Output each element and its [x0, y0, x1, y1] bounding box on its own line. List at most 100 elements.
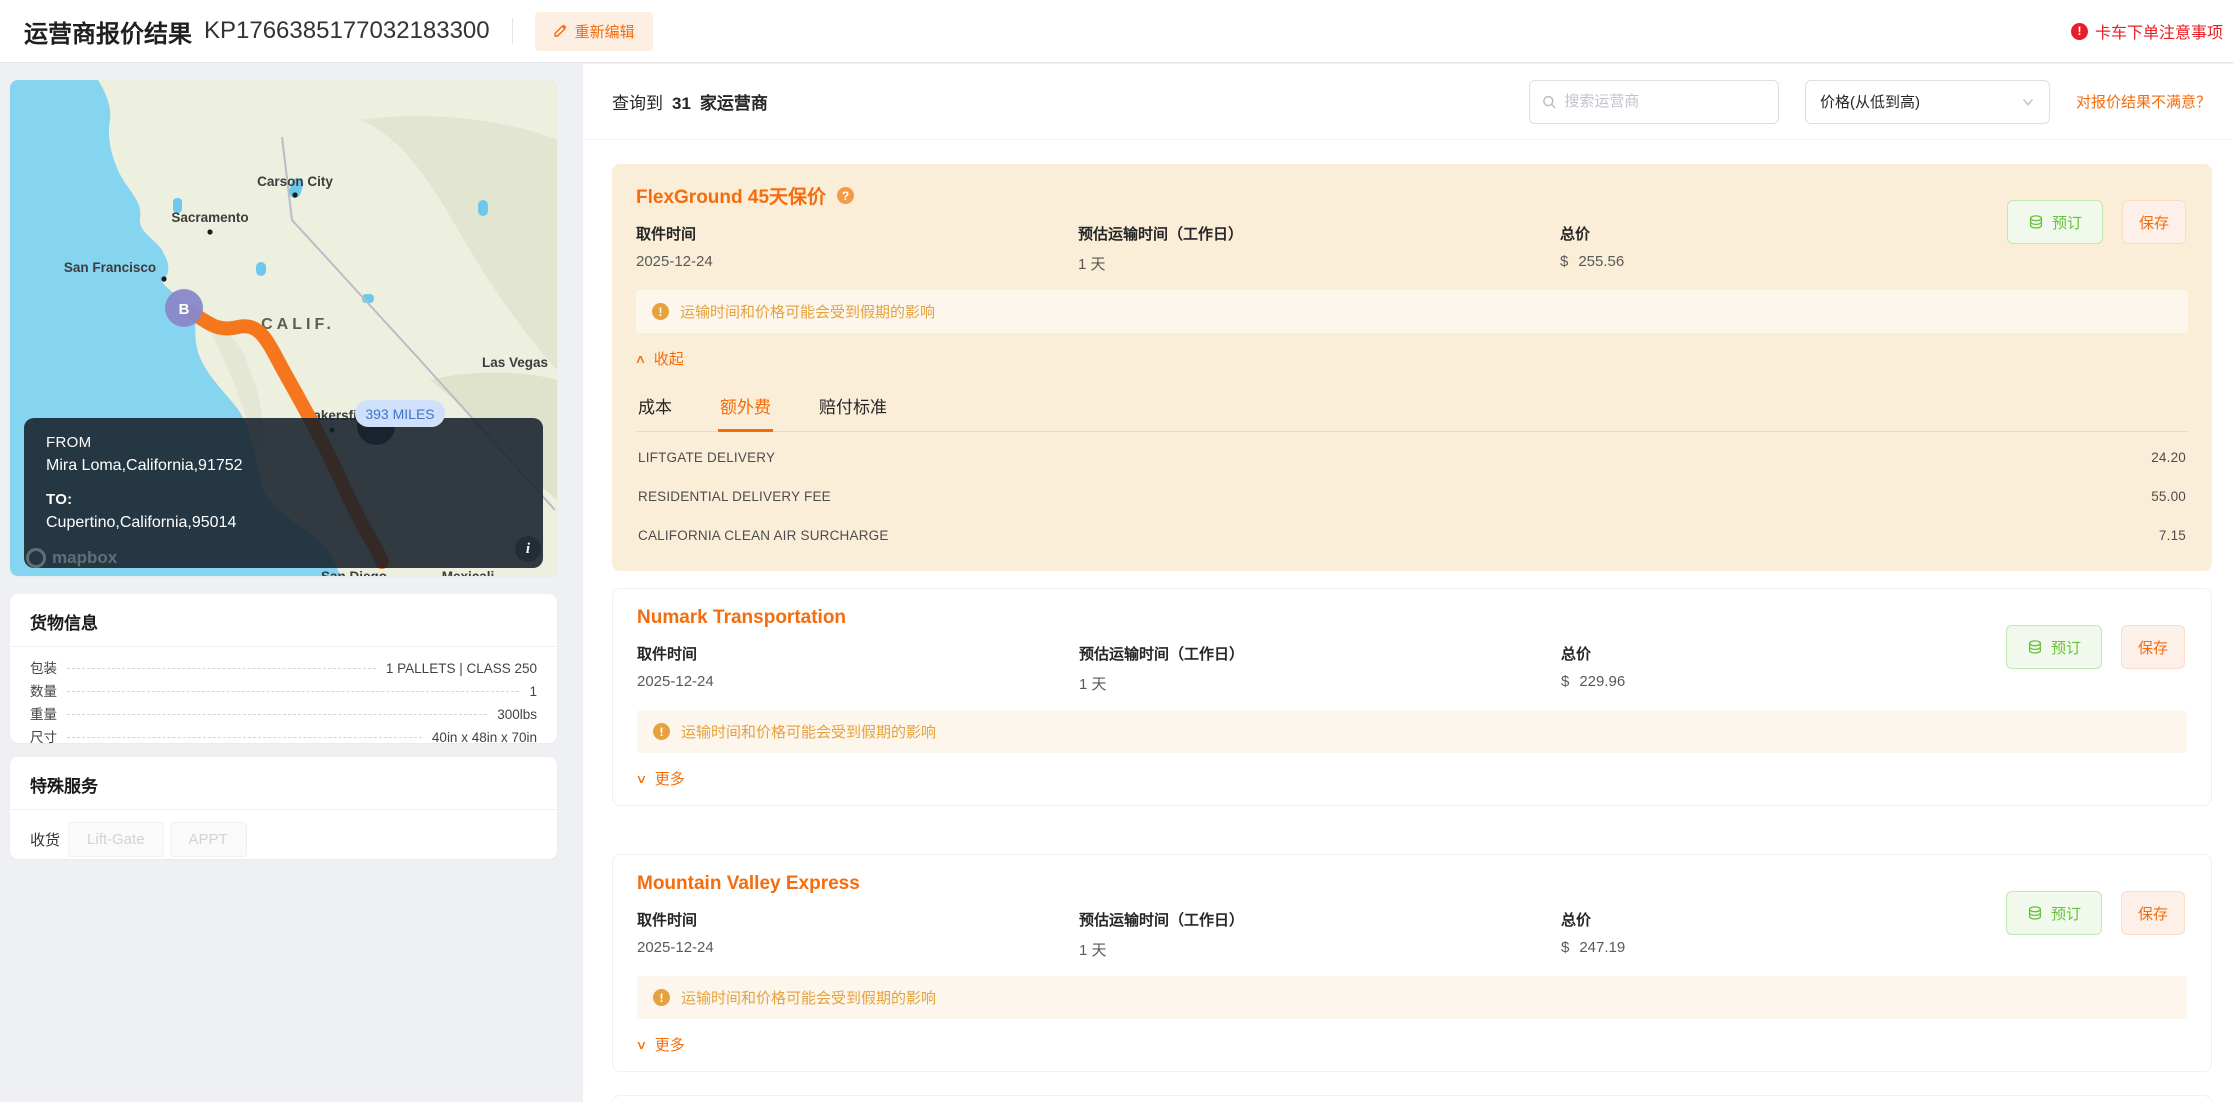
- carrier-title-row: Numark Transportation: [637, 607, 2187, 629]
- expand-toggle[interactable]: ∨ 更多: [637, 768, 685, 789]
- page-title: 运营商报价结果: [24, 14, 192, 49]
- quote-actions: 预订 保存: [2006, 891, 2185, 935]
- collapse-toggle[interactable]: ∧ 收起: [636, 348, 684, 369]
- warning-text: 运输时间和价格可能会受到假期的影响: [681, 987, 936, 1008]
- fee-amount: 55.00: [2151, 489, 2186, 504]
- truck-order-notice-link[interactable]: ! 卡车下单注意事项: [2071, 19, 2223, 43]
- quote-card-custom-companies: Custom Companies Inc 预订 保存 取件时间 2025-12-…: [612, 1095, 2212, 1102]
- route-map[interactable]: Carson City Sacramento San Francisco Las…: [10, 80, 557, 576]
- pickup-label: 取件时间: [637, 643, 1079, 664]
- book-button[interactable]: 预订: [2006, 625, 2102, 669]
- quote-info-row: 取件时间 2025-12-24 预估运输时间（工作日） 1 天 总价 $ 229…: [637, 643, 2187, 694]
- city-label: Las Vegas: [482, 355, 548, 370]
- leader-dots: [67, 668, 376, 669]
- liftgate-tag: Lift-Gate: [68, 822, 164, 857]
- book-label: 预订: [2052, 212, 2082, 233]
- from-address: Mira Loma,California,91752: [46, 457, 521, 475]
- book-label: 预订: [2051, 903, 2081, 924]
- carrier-title-row: FlexGround 45天保价 ?: [636, 182, 2188, 209]
- header-divider: [512, 18, 513, 44]
- order-number: KP1766385177032183300: [204, 17, 490, 45]
- pickup-col: 取件时间 2025-12-24: [636, 223, 1078, 274]
- alert-icon: !: [2071, 23, 2088, 40]
- quote-info-row: 取件时间 2025-12-24 预估运输时间（工作日） 1 天 总价 $ 255…: [636, 223, 2188, 274]
- count-prefix: 查询到: [612, 89, 663, 114]
- map-attribution-info-icon[interactable]: i: [515, 536, 541, 562]
- fee-amount: 7.15: [2159, 528, 2186, 543]
- tab-extra-fees[interactable]: 额外费: [718, 383, 773, 431]
- save-button[interactable]: 保存: [2121, 625, 2185, 669]
- quote-card-flexground: FlexGround 45天保价 ? 预订 保存 取件时间 2025-12-24: [612, 164, 2212, 571]
- lake: [478, 200, 488, 216]
- currency-symbol: $: [1561, 673, 1569, 690]
- quote-info-row: 取件时间 2025-12-24 预估运输时间（工作日） 1 天 总价 $ 247…: [637, 909, 2187, 960]
- total-amount: 229.96: [1579, 673, 1625, 690]
- quote-detail-tabs: 成本 额外费 赔付标准: [636, 383, 2188, 432]
- price-sort-select[interactable]: 价格(从低到高): [1805, 80, 2050, 124]
- save-button[interactable]: 保存: [2122, 200, 2186, 244]
- book-button[interactable]: 预订: [2007, 200, 2103, 244]
- total-price: $ 247.19: [1561, 939, 2187, 956]
- search-input[interactable]: [1564, 93, 1766, 110]
- route-addresses-overlay: FROM Mira Loma,California,91752 TO: Cupe…: [24, 418, 543, 568]
- quote-actions: 预订 保存: [2007, 200, 2186, 244]
- coins-icon: [2027, 639, 2043, 655]
- cargo-value: 300lbs: [497, 707, 537, 722]
- chevron-down-icon: [2021, 95, 2035, 109]
- quote-feedback-link[interactable]: 对报价结果不满意？: [2076, 91, 2211, 112]
- special-services-card: 特殊服务 收货 Lift-Gate APPT: [10, 757, 557, 859]
- more-label: 更多: [655, 768, 685, 789]
- save-button[interactable]: 保存: [2121, 891, 2185, 935]
- tab-compensation[interactable]: 赔付标准: [817, 383, 889, 431]
- pickup-date: 2025-12-24: [636, 253, 1078, 270]
- cargo-value: 1 PALLETS | CLASS 250: [386, 661, 537, 676]
- special-services-title: 特殊服务: [10, 757, 557, 810]
- to-address: Cupertino,California,95014: [46, 514, 521, 532]
- city-label: Carson City: [257, 174, 333, 189]
- warning-icon: !: [652, 303, 669, 320]
- transit-col: 预估运输时间（工作日） 1 天: [1079, 643, 1561, 694]
- pencil-icon: [553, 24, 567, 38]
- lake: [256, 262, 266, 276]
- expand-toggle[interactable]: ∨ 更多: [637, 1034, 685, 1055]
- chevron-up-icon: ∧: [634, 352, 646, 366]
- leader-dots: [67, 737, 422, 738]
- cargo-label: 数量: [30, 680, 57, 700]
- total-price: $ 255.56: [1560, 253, 2188, 270]
- pickup-col: 取件时间 2025-12-24: [637, 909, 1079, 960]
- mapbox-logo-icon: [26, 548, 46, 568]
- total-amount: 255.56: [1578, 253, 1624, 270]
- carrier-search[interactable]: [1529, 80, 1779, 124]
- cargo-value: 40in x 48in x 70in: [432, 730, 537, 745]
- mapbox-logo: mapbox: [26, 548, 117, 568]
- fee-amount: 24.20: [2151, 450, 2186, 465]
- cargo-info-title: 货物信息: [10, 594, 557, 647]
- cargo-row-dimensions: 尺寸 40in x 48in x 70in: [30, 726, 537, 749]
- cargo-label: 重量: [30, 703, 57, 723]
- city-label: San Diego: [321, 569, 387, 576]
- transit-days: 1 天: [1079, 673, 1561, 694]
- carrier-title-row: Mountain Valley Express: [637, 873, 2187, 895]
- help-icon[interactable]: ?: [837, 187, 854, 204]
- holiday-warning-banner: ! 运输时间和价格可能会受到假期的影响: [637, 710, 2187, 753]
- cargo-row-packaging: 包装 1 PALLETS | CLASS 250: [30, 657, 537, 680]
- collapse-label: 收起: [654, 348, 684, 369]
- state-label: CALIF.: [261, 316, 335, 333]
- chevron-down-icon: ∨: [635, 1038, 647, 1052]
- city-label: Mexicali: [442, 569, 495, 576]
- quote-actions: 预订 保存: [2006, 625, 2185, 669]
- reedit-button[interactable]: 重新编辑: [535, 12, 653, 51]
- from-label: FROM: [46, 434, 521, 451]
- quote-list: FlexGround 45天保价 ? 预订 保存 取件时间 2025-12-24: [583, 140, 2233, 1102]
- warning-icon: !: [653, 989, 670, 1006]
- marker-b-label: B: [179, 301, 190, 318]
- pickup-date: 2025-12-24: [637, 939, 1079, 956]
- tab-cost[interactable]: 成本: [636, 383, 674, 431]
- search-icon: [1542, 94, 1556, 110]
- fee-name: RESIDENTIAL DELIVERY FEE: [638, 489, 831, 504]
- book-button[interactable]: 预订: [2006, 891, 2102, 935]
- carrier-name: FlexGround 45天保价: [636, 182, 826, 209]
- cargo-label: 包装: [30, 657, 57, 677]
- pickup-date: 2025-12-24: [637, 673, 1079, 690]
- more-label: 更多: [655, 1034, 685, 1055]
